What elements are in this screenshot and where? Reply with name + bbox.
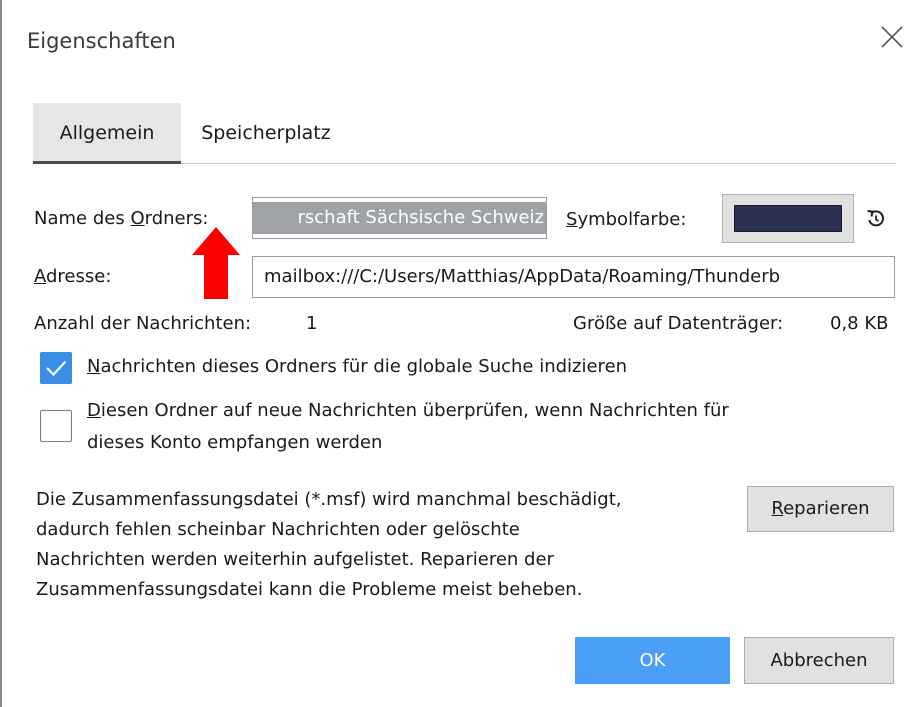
symbol-color-picker[interactable] — [722, 194, 854, 243]
window-title: Eigenschaften — [27, 29, 176, 53]
message-count-value: 1 — [306, 313, 318, 334]
address-label: Adresse: — [34, 266, 111, 287]
global-search-label-accesskey: N — [87, 356, 101, 377]
folder-name-label: Name des Ordners: — [34, 208, 208, 229]
close-icon[interactable] — [877, 22, 907, 52]
tab-speicherplatz[interactable]: Speicherplatz — [181, 103, 351, 163]
title-bar: Eigenschaften — [2, 0, 912, 80]
symbol-color-label: Symbolfarbe: — [566, 209, 686, 230]
global-search-label-post: achrichten dieses Ordners für die global… — [100, 356, 628, 377]
reset-color-icon[interactable] — [865, 208, 887, 230]
color-swatch — [734, 205, 842, 232]
folder-name-input[interactable]: rschaft Sächsische Schweiz — [252, 197, 547, 239]
global-search-label[interactable]: Nachrichten dieses Ordners für die globa… — [87, 356, 627, 377]
message-count-label: Anzahl der Nachrichten: — [34, 313, 252, 334]
repair-description-line: Die Zusammenfassungsdatei (*.msf) wird m… — [36, 489, 622, 510]
check-new-messages-checkbox[interactable] — [40, 410, 72, 442]
tab-bar: Allgemein Speicherplatz — [33, 103, 896, 164]
folder-name-value: rschaft Sächsische Schweiz — [253, 202, 546, 234]
address-label-post: dresse: — [46, 266, 112, 287]
symbol-color-label-accesskey: S — [566, 209, 578, 230]
repair-description: Die Zusammenfassungsdatei (*.msf) wird m… — [36, 485, 736, 605]
global-search-checkbox[interactable] — [40, 352, 72, 384]
cancel-button[interactable]: Abbrechen — [744, 637, 894, 684]
check-new-messages-label-line2[interactable]: dieses Konto empfangen werden — [87, 432, 382, 453]
folder-name-label-accesskey: O — [130, 208, 145, 229]
address-input[interactable]: mailbox:///C:/Users/Matthias/AppData/Roa… — [252, 256, 895, 298]
check-new-messages-label-line1[interactable]: Diesen Ordner auf neue Nachrichten überp… — [87, 400, 729, 421]
folder-name-label-post: rdners: — [144, 208, 209, 229]
folder-name-label-pre: Name des — [34, 208, 131, 229]
disk-size-label: Größe auf Datenträger: — [573, 313, 784, 334]
repair-description-line: Nachrichten werden weiterhin aufgelistet… — [36, 549, 554, 570]
repair-button[interactable]: Reparieren — [747, 486, 894, 532]
disk-size-value: 0,8 KB — [830, 313, 889, 334]
red-arrow-icon — [192, 227, 240, 299]
tab-allgemein[interactable]: Allgemein — [33, 103, 181, 164]
window-left-border — [0, 0, 2, 707]
repair-button-accesskey: R — [771, 498, 784, 519]
check-new-messages-label-accesskey: D — [87, 400, 101, 421]
ok-button[interactable]: OK — [575, 637, 730, 684]
check-new-messages-label-post: iesen Ordner auf neue Nachrichten überpr… — [100, 400, 729, 421]
repair-description-line: dadurch fehlen scheinbar Nachrichten ode… — [36, 519, 520, 540]
address-label-accesskey: A — [34, 266, 46, 287]
checkmark-icon — [46, 360, 67, 377]
symbol-color-label-post: ymbolfarbe: — [577, 209, 687, 230]
repair-button-label: eparieren — [783, 498, 870, 519]
repair-description-line: Zusammenfassungsdatei kann die Probleme … — [36, 579, 583, 600]
